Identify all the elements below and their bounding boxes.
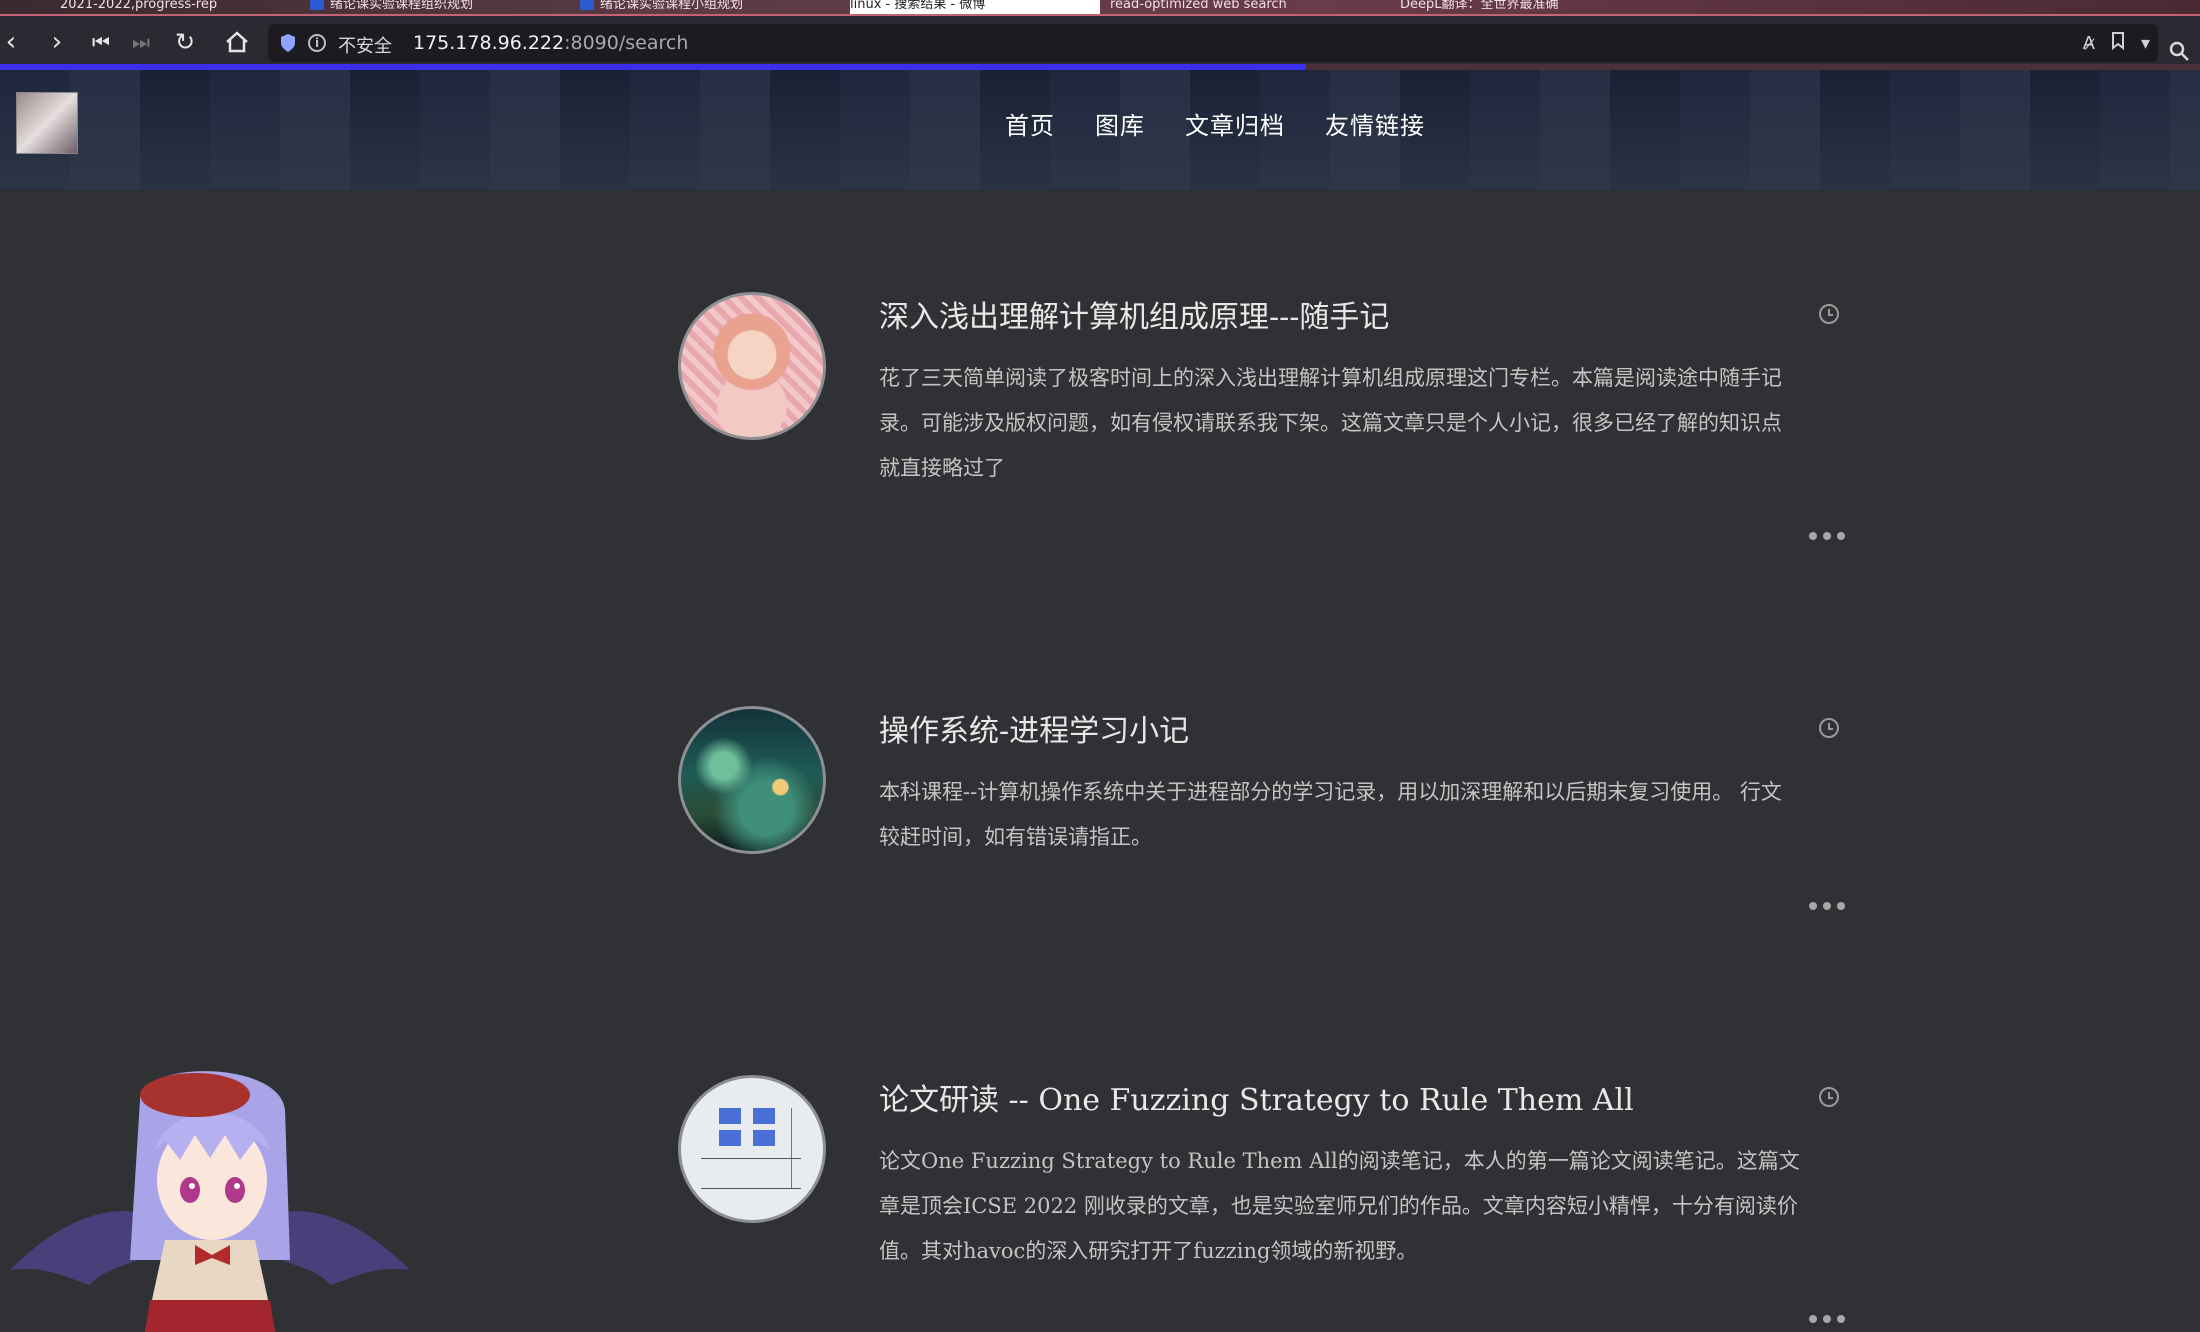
site-logo[interactable] (16, 92, 78, 154)
tab-label: 绪论课实验课程组织规划 (330, 0, 474, 12)
site-header: 首页 图库 文章归档 友情链接 (0, 70, 2200, 191)
mascot-character[interactable] (0, 1040, 420, 1332)
excerpt-line: 本科课程--计算机操作系统中关于进程部分的学习记录，用以加深理解和以后期末复习使… (879, 780, 1782, 804)
browser-tab-active[interactable]: linux - 搜索结果 - 微博 (850, 0, 1100, 14)
excerpt-line: 值。其对havoc的深入研究打开了fuzzing领域的新视野。 (879, 1239, 1418, 1263)
nav-home[interactable]: 首页 (1005, 106, 1055, 141)
browser-toolbar: ‹ › ⏮ ⏭ ↻ i 不安全 175.178.96.222:8090/sear… (0, 14, 2200, 68)
info-icon[interactable]: i (308, 34, 326, 52)
browser-tab[interactable]: DeepL翻译：全世界最准确 (1400, 0, 1670, 14)
address-bar[interactable]: i 不安全 175.178.96.222:8090/search A̷ ▾ (268, 24, 2158, 62)
excerpt-line: 较赶时间，如有错误请指正。 (879, 825, 1152, 849)
excerpt-line: 录。可能涉及版权问题，如有侵权请联系我下架。这篇文章只是个人小记，很多已经了解的… (879, 411, 1782, 435)
address-bar-actions: A̷ ▾ (2083, 30, 2150, 56)
nav-archive[interactable]: 文章归档 (1185, 106, 1285, 141)
excerpt-line: 章是顶会ICSE 2022 刚收录的文章，也是实验室师兄们的作品。文章内容短小精… (879, 1194, 1798, 1218)
browser-tab[interactable]: read-optimized web search (1110, 0, 1390, 14)
more-dots-icon[interactable] (1809, 532, 1853, 542)
post-thumbnail[interactable] (678, 1075, 826, 1223)
post-thumbnail[interactable] (678, 292, 826, 440)
nav-gallery[interactable]: 图库 (1095, 106, 1145, 141)
tab-favicon-icon (310, 0, 324, 10)
post-card: 论文研读 -- One Fuzzing Strategy to Rule The… (678, 1075, 1858, 1332)
post-excerpt: 花了三天简单阅读了极客时间上的深入浅出理解计算机组成原理这门专栏。本篇是阅读途中… (879, 356, 1849, 491)
chevron-down-icon[interactable]: ▾ (2141, 33, 2150, 54)
post-excerpt: 论文One Fuzzing Strategy to Rule Them All的… (879, 1139, 1849, 1274)
back-icon[interactable]: ‹ (0, 28, 26, 58)
translate-icon[interactable]: A̷ (2083, 33, 2095, 54)
clock-icon (1819, 1087, 1839, 1107)
nav-links[interactable]: 友情链接 (1325, 106, 1425, 141)
reload-icon[interactable]: ↻ (170, 28, 200, 58)
shield-icon[interactable] (280, 33, 296, 53)
post-title[interactable]: 论文研读 -- One Fuzzing Strategy to Rule The… (879, 1075, 1634, 1119)
post-card: 操作系统-进程学习小记 本科课程--计算机操作系统中关于进程部分的学习记录，用以… (678, 706, 1858, 926)
tab-label: DeepL翻译：全世界最准确 (1400, 0, 1559, 12)
skip-back-icon[interactable]: ⏮ (86, 28, 116, 58)
post-thumbnail[interactable] (678, 706, 826, 854)
post-card: 深入浅出理解计算机组成原理---随手记 花了三天简单阅读了极客时间上的深入浅出理… (678, 292, 1858, 552)
bookmark-icon[interactable] (2111, 31, 2125, 55)
more-dots-icon[interactable] (1809, 1315, 1853, 1325)
url-text[interactable]: 175.178.96.222:8090/search (413, 32, 688, 54)
browser-tab-strip: 2021-2022,progress-rep 绪论课实验课程组织规划 绪论课实验… (0, 0, 2200, 14)
url-host: 175.178.96.222 (413, 32, 565, 54)
more-dots-icon[interactable] (1809, 902, 1853, 912)
tab-label: 绪论课实验课程小组规划 (600, 0, 744, 12)
post-excerpt: 本科课程--计算机操作系统中关于进程部分的学习记录，用以加深理解和以后期末复习使… (879, 770, 1849, 860)
browser-tab[interactable]: 2021-2022,progress-rep (60, 0, 290, 14)
post-title[interactable]: 深入浅出理解计算机组成原理---随手记 (879, 292, 1389, 336)
browser-tab[interactable]: 绪论课实验课程组织规划 (310, 0, 570, 14)
insecure-label[interactable]: 不安全 (338, 32, 392, 58)
browser-tab[interactable]: 绪论课实验课程小组规划 (580, 0, 840, 14)
post-title[interactable]: 操作系统-进程学习小记 (879, 706, 1189, 750)
tab-favicon-icon (580, 0, 594, 10)
clock-icon (1819, 304, 1839, 324)
tab-label: read-optimized web search (1110, 0, 1287, 12)
excerpt-line: 论文One Fuzzing Strategy to Rule Them All的… (879, 1149, 1800, 1173)
home-icon[interactable] (222, 28, 252, 58)
forward-icon[interactable]: › (42, 28, 72, 58)
skip-forward-icon[interactable]: ⏭ (126, 28, 156, 58)
tab-label: linux - 搜索结果 - 微博 (850, 0, 986, 12)
excerpt-line: 花了三天简单阅读了极客时间上的深入浅出理解计算机组成原理这门专栏。本篇是阅读途中… (879, 366, 1782, 390)
clock-icon (1819, 718, 1839, 738)
tab-label: 2021-2022,progress-rep (60, 0, 218, 12)
excerpt-line: 就直接略过了 (879, 456, 1005, 480)
site-nav: 首页 图库 文章归档 友情链接 (1005, 106, 1425, 141)
url-path: :8090/search (564, 32, 689, 54)
